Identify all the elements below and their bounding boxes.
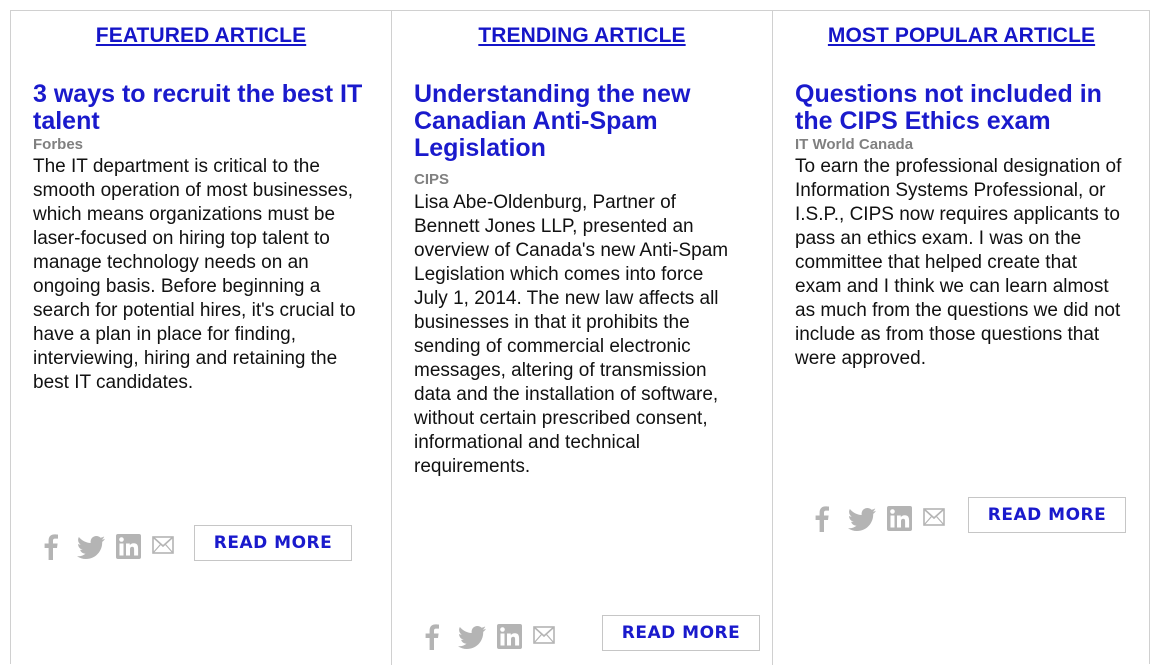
trending-article-summary: Lisa Abe-Oldenburg, Partner of Bennett J… [414, 192, 729, 477]
email-icon[interactable] [923, 508, 945, 531]
featured-article-summary: The IT department is critical to the smo… [33, 156, 356, 393]
linkedin-icon[interactable] [497, 624, 522, 654]
linkedin-icon[interactable] [887, 506, 912, 536]
most-popular-article-summary: To earn the professional designation of … [795, 156, 1122, 369]
twitter-icon[interactable] [77, 536, 105, 564]
most-popular-article-header-link[interactable]: MOST POPULAR ARTICLE [773, 24, 1150, 48]
trending-article-source: CIPS [414, 171, 450, 188]
trending-article-read-more-button[interactable]: READ MORE [602, 615, 760, 651]
trending-article-column: TRENDING ARTICLE Understanding the new C… [391, 11, 772, 665]
twitter-icon[interactable] [848, 508, 876, 536]
articles-table: FEATURED ARTICLE 3 ways to recruit the b… [10, 10, 1150, 665]
most-popular-article-read-more-button[interactable]: READ MORE [968, 497, 1126, 533]
twitter-icon[interactable] [458, 626, 486, 654]
facebook-icon[interactable] [425, 624, 439, 655]
most-popular-article-column: MOST POPULAR ARTICLE Questions not inclu… [772, 11, 1150, 665]
most-popular-article-title-link[interactable]: Questions not included in the CIPS Ethic… [795, 81, 1125, 135]
featured-article-source: Forbes [33, 136, 84, 153]
most-popular-article-source: IT World Canada [795, 136, 914, 153]
featured-article-title-link[interactable]: 3 ways to recruit the best IT talent [33, 81, 363, 135]
facebook-icon[interactable] [44, 534, 58, 565]
trending-article-title-link[interactable]: Understanding the new Canadian Anti-Spam… [414, 81, 734, 162]
email-icon[interactable] [152, 536, 174, 559]
trending-article-header-link[interactable]: TRENDING ARTICLE [392, 24, 772, 48]
featured-article-header-link[interactable]: FEATURED ARTICLE [11, 24, 391, 48]
email-icon[interactable] [533, 626, 555, 649]
featured-article-read-more-button[interactable]: READ MORE [194, 525, 352, 561]
facebook-icon[interactable] [815, 506, 829, 537]
linkedin-icon[interactable] [116, 534, 141, 564]
featured-article-column: FEATURED ARTICLE 3 ways to recruit the b… [11, 11, 391, 665]
